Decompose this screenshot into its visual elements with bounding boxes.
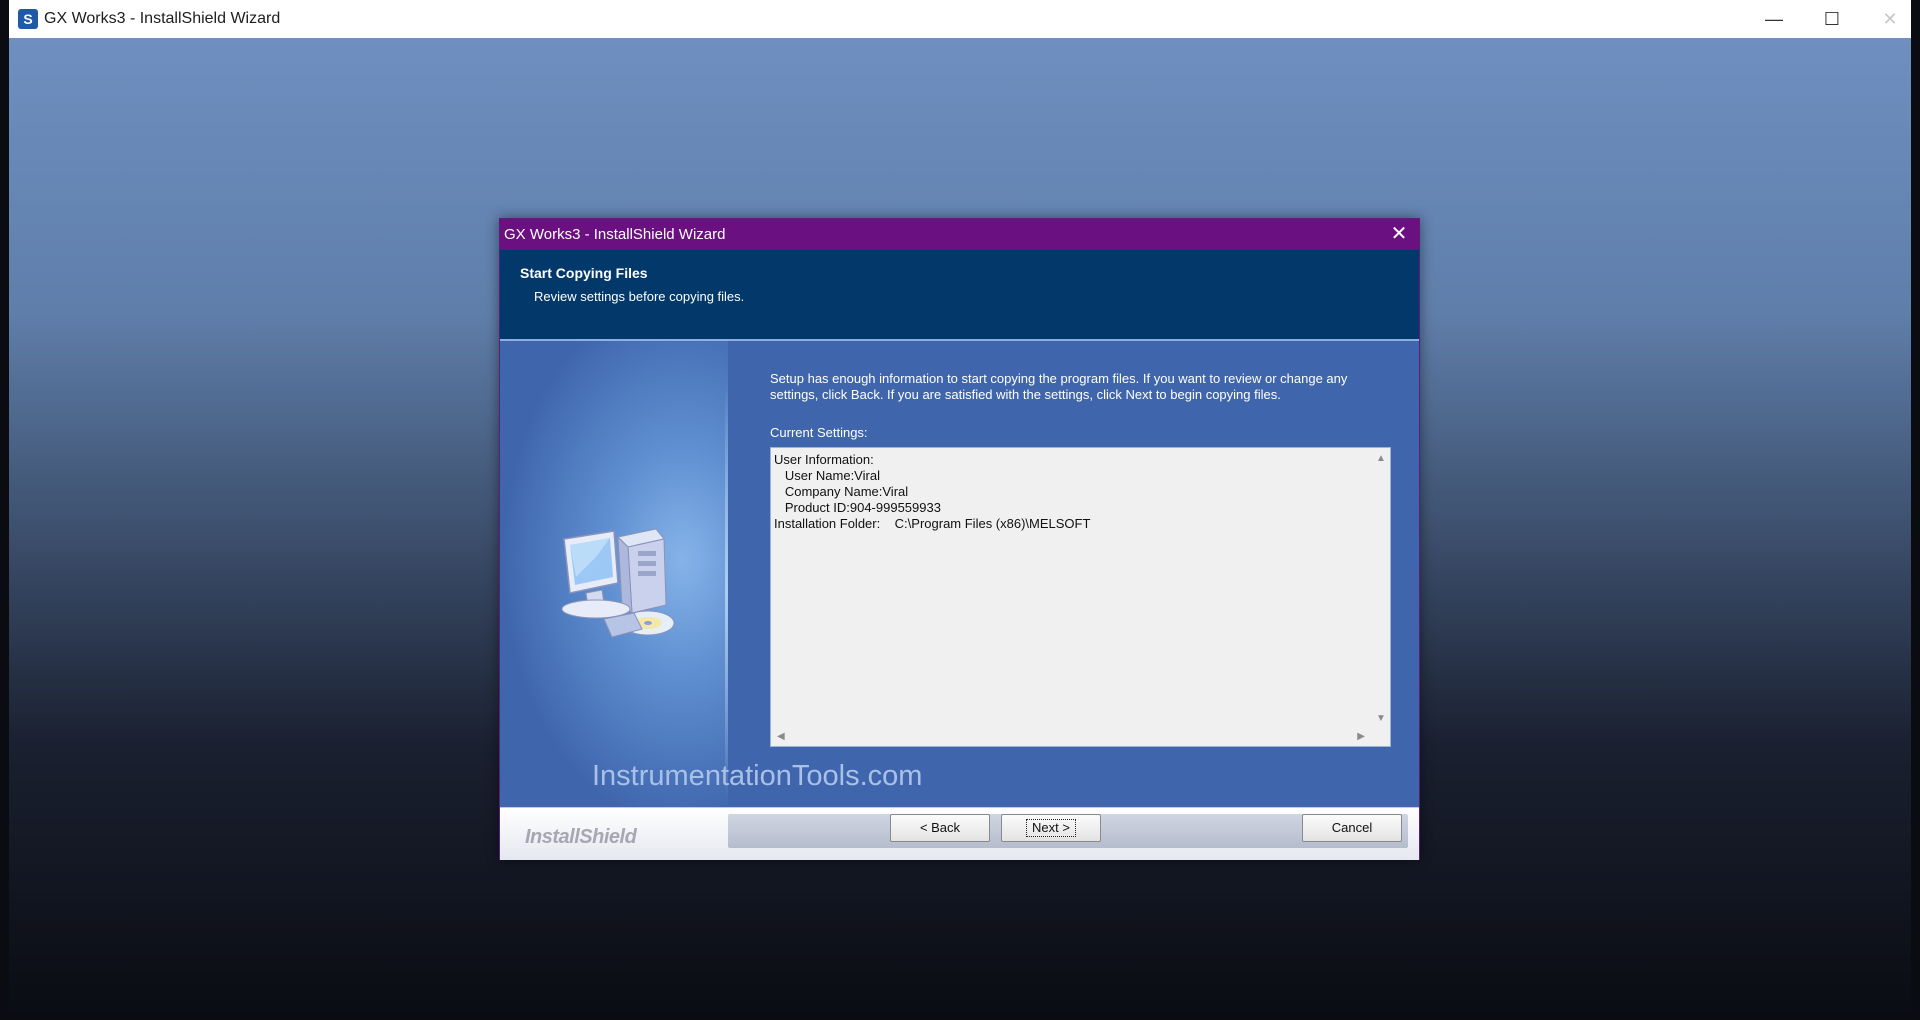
outer-close-button[interactable]: ✕: [1861, 0, 1919, 38]
computer-icon: [561, 528, 675, 638]
outer-window-title: GX Works3 - InstallShield Wizard: [44, 10, 281, 27]
current-settings-textbox[interactable]: User Information: User Name:Viral Compan…: [770, 447, 1391, 747]
installshield-dialog: GX Works3 - InstallShield Wizard ✕ Start…: [499, 218, 1420, 860]
dialog-titlebar: GX Works3 - InstallShield Wizard ✕: [500, 219, 1419, 250]
panel-divider: [725, 381, 728, 801]
next-button-label: Next >: [1026, 819, 1076, 837]
installshield-brand: InstallShield: [525, 826, 637, 848]
dialog-title: GX Works3 - InstallShield Wizard: [504, 226, 726, 243]
horizontal-scrollbar[interactable]: ◀ ▶: [771, 727, 1371, 746]
left-graphic-panel: [500, 341, 728, 827]
vertical-scrollbar[interactable]: ▲ ▼: [1371, 448, 1390, 728]
header-title: Start Copying Files: [520, 265, 648, 281]
watermark: InstrumentationTools.com: [592, 760, 923, 792]
current-settings-text: User Information: User Name:Viral Compan…: [774, 452, 1091, 531]
scroll-up-icon[interactable]: ▲: [1376, 453, 1386, 464]
minimize-button[interactable]: —: [1745, 0, 1803, 38]
setup-instructions: Setup has enough information to start co…: [770, 371, 1348, 402]
scroll-right-icon[interactable]: ▶: [1357, 731, 1365, 742]
back-button[interactable]: < Back: [890, 814, 990, 842]
app-icon: S: [18, 9, 38, 29]
current-settings-label: Current Settings:: [770, 425, 868, 440]
next-button[interactable]: Next >: [1001, 814, 1101, 842]
maximize-button[interactable]: ☐: [1803, 0, 1861, 38]
scroll-down-icon[interactable]: ▼: [1376, 713, 1386, 724]
dialog-header: Start Copying Files Review settings befo…: [500, 250, 1419, 341]
dialog-footer: InstallShield < Back Next > Cancel: [500, 807, 1419, 860]
dialog-body: Setup has enough information to start co…: [500, 341, 1419, 827]
cancel-button[interactable]: Cancel: [1302, 814, 1402, 842]
dialog-close-button[interactable]: ✕: [1387, 222, 1411, 246]
outer-titlebar: S GX Works3 - InstallShield Wizard — ☐ ✕: [9, 0, 1911, 39]
scroll-left-icon[interactable]: ◀: [777, 731, 785, 742]
header-subtitle: Review settings before copying files.: [534, 289, 745, 304]
